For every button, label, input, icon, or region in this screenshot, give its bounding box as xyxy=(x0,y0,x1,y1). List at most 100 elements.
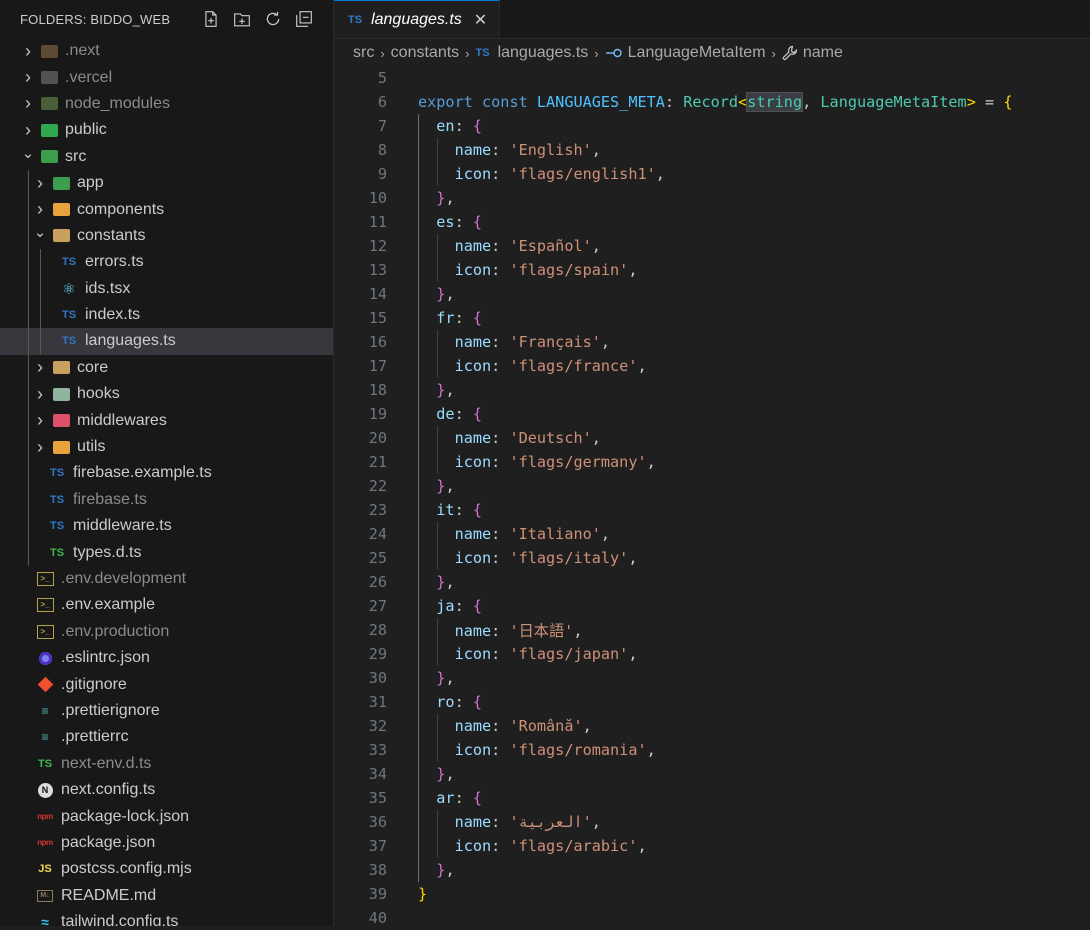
code-token: , xyxy=(445,861,455,879)
npm-icon: npm xyxy=(37,838,53,848)
code-token: , xyxy=(591,141,601,159)
folder-icon xyxy=(52,386,70,402)
tree-item-next-config-ts[interactable]: Nnext.config.ts xyxy=(0,777,333,803)
chevron-right-icon[interactable]: › xyxy=(20,67,36,88)
tree-item-middlewares[interactable]: › middlewares xyxy=(0,407,333,434)
line-number: 14 xyxy=(368,285,387,303)
breadcrumb-src[interactable]: src xyxy=(353,44,374,62)
code-text: icon: 'flags/italy', xyxy=(418,549,638,567)
tree-item-next-env-d-ts[interactable]: TS next-env.d.ts xyxy=(0,751,333,777)
code-token: , xyxy=(591,237,601,255)
code-line: 11 es: { xyxy=(334,210,1090,234)
tree-item-label: app xyxy=(77,174,104,192)
code-token: const xyxy=(482,93,537,111)
tree-item-constants[interactable]: ⌄ constants xyxy=(0,222,333,250)
line-number: 5 xyxy=(377,69,387,87)
code-line: 34 }, xyxy=(334,762,1090,786)
breadcrumb-property[interactable]: name xyxy=(803,44,843,62)
tree-item-hooks[interactable]: › hooks xyxy=(0,381,333,408)
line-number: 34 xyxy=(368,765,387,783)
chevron-right-icon[interactable]: › xyxy=(20,93,36,114)
line-number: 32 xyxy=(368,717,387,735)
code-token: LanguageMetaItem xyxy=(820,93,967,111)
tree-item-types-d-ts[interactable]: TS types.d.ts xyxy=(0,539,333,566)
tree-item-env-development[interactable]: >_ .env.development xyxy=(0,566,333,592)
tree-item-readme-md[interactable]: M↓ README.md xyxy=(0,883,333,909)
tree-item-tailwind-config-ts[interactable]: ≈ tailwind.config.ts xyxy=(0,909,333,926)
indent-guide xyxy=(28,275,29,302)
code-text: icon: 'flags/romania', xyxy=(418,741,656,759)
code-token: name xyxy=(418,141,492,159)
indent-guide xyxy=(40,249,41,276)
code-token: { xyxy=(472,117,483,135)
line-number: 26 xyxy=(368,573,387,591)
chevron-right-icon[interactable]: › xyxy=(20,120,36,141)
tree-item-vercel[interactable]: › .vercel xyxy=(0,64,333,90)
new-folder-icon[interactable] xyxy=(231,8,253,30)
tree-item-label: middlewares xyxy=(77,411,167,429)
tree-item-package-lock-json[interactable]: npm package-lock.json xyxy=(0,803,333,829)
tree-item-utils[interactable]: › utils xyxy=(0,433,333,461)
tree-item-components[interactable]: › components xyxy=(0,196,333,223)
tree-item-postcss-config-mjs[interactable]: JS postcss.config.mjs xyxy=(0,856,333,882)
tree-item-errors-ts[interactable]: TS errors.ts xyxy=(0,249,333,276)
indent-guide xyxy=(40,275,41,302)
tree-item-middleware-ts[interactable]: TS middleware.ts xyxy=(0,513,333,540)
tailwind-icon: ≈ xyxy=(41,914,49,926)
chevron-down-icon[interactable]: ⌄ xyxy=(32,223,48,241)
refresh-icon[interactable] xyxy=(262,8,284,30)
tree-item-env-production[interactable]: >_ .env.production xyxy=(0,619,333,645)
tab-languages-ts[interactable]: TS languages.ts ✕ xyxy=(334,0,501,38)
chevron-right-icon[interactable]: › xyxy=(32,199,48,220)
chevron-right-icon[interactable]: › xyxy=(32,384,48,405)
tree-item-gitignore[interactable]: .gitignore xyxy=(0,671,333,697)
chevron-right-icon[interactable]: › xyxy=(32,357,48,378)
breadcrumb-interface[interactable]: LanguageMetaItem xyxy=(628,44,766,62)
tree-item-firebase-example-ts[interactable]: TS firebase.example.ts xyxy=(0,460,333,487)
chevron-right-icon[interactable]: › xyxy=(32,173,48,194)
tree-item-src[interactable]: ⌄ src xyxy=(0,144,333,170)
code-token: : xyxy=(454,213,473,231)
chevron-right-icon[interactable]: › xyxy=(32,410,48,431)
code-line: 33 icon: 'flags/romania', xyxy=(334,738,1090,762)
tree-item-label: src xyxy=(65,147,87,165)
tree-item-prettierignore[interactable]: ≡ .prettierignore xyxy=(0,698,333,724)
tree-item-languages-ts[interactable]: TS languages.ts xyxy=(0,328,333,355)
chevron-right-icon[interactable]: › xyxy=(32,437,48,458)
interface-icon xyxy=(605,48,623,58)
breadcrumb-file[interactable]: languages.ts xyxy=(498,44,589,62)
collapse-all-icon[interactable] xyxy=(293,8,315,30)
code-editor[interactable]: 5 6 export const LANGUAGES_META: Record<st… xyxy=(334,66,1090,927)
tree-item-package-json[interactable]: npm package.json xyxy=(0,830,333,856)
indent-guide xyxy=(418,546,419,570)
code-token: 'Deutsch' xyxy=(509,429,592,447)
tree-item-index-ts[interactable]: TS index.ts xyxy=(0,301,333,329)
indent-guide xyxy=(437,450,438,474)
tree-item-public[interactable]: › public xyxy=(0,117,333,143)
chevron-down-icon[interactable]: ⌄ xyxy=(20,144,36,162)
tree-item-firebase-ts[interactable]: TS firebase.ts xyxy=(0,486,333,514)
typescript-file-icon: TS xyxy=(61,256,77,269)
tree-item-env-example[interactable]: >_ .env.example xyxy=(0,592,333,618)
code-token: , xyxy=(600,525,611,543)
tree-item-prettierrc[interactable]: ≡ .prettierrc xyxy=(0,724,333,750)
line-number: 19 xyxy=(368,405,387,423)
tree-item-next[interactable]: › .next xyxy=(0,38,333,64)
line-number: 40 xyxy=(368,909,387,927)
tree-item-node-modules[interactable]: › node_modules xyxy=(0,91,333,117)
prettier-icon: ≡ xyxy=(41,703,49,718)
close-icon[interactable]: ✕ xyxy=(474,10,487,30)
code-token: en xyxy=(418,117,455,135)
tree-item-label: middleware.ts xyxy=(73,517,172,535)
tree-item-app[interactable]: › app xyxy=(0,169,333,197)
tree-item-core[interactable]: › core xyxy=(0,354,333,382)
tree-item-eslintrc-json[interactable]: .eslintrc.json xyxy=(0,645,333,671)
tree-item-label: .prettierignore xyxy=(61,701,160,719)
new-file-icon[interactable] xyxy=(200,8,222,30)
code-token: , xyxy=(646,453,656,471)
code-line: 7 en: { xyxy=(334,114,1090,138)
code-token: : xyxy=(454,117,473,135)
chevron-right-icon[interactable]: › xyxy=(20,41,36,62)
breadcrumb-constants[interactable]: constants xyxy=(391,44,459,62)
tree-item-ids-tsx[interactable]: ⚛ ids.tsx xyxy=(0,275,333,302)
